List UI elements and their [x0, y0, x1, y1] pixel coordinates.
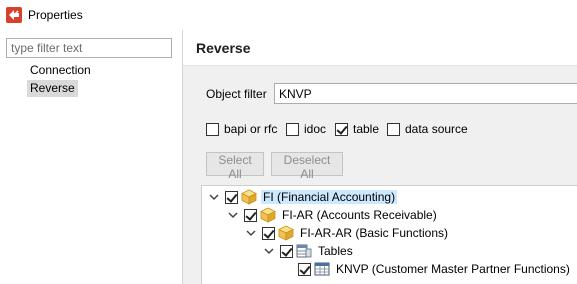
select-all-button[interactable]: Select All	[206, 152, 264, 181]
tree-node-fi-ar[interactable]: FI-AR (Accounts Receivable)	[227, 206, 439, 224]
nav-item-reverse[interactable]: Reverse	[27, 80, 78, 97]
tree-node-label: Tables	[318, 244, 353, 258]
tree-node-label: FI-AR (Accounts Receivable)	[282, 208, 437, 222]
checkbox-box[interactable]	[335, 122, 348, 136]
tree-node-knvp[interactable]: KNVP (Customer Master Partner Functions)	[298, 260, 572, 278]
tree-node-label: KNVP (Customer Master Partner Functions)	[336, 262, 570, 276]
tree-node-label: FI (Financial Accounting)	[261, 190, 398, 204]
tables-folder-icon	[296, 244, 312, 258]
window-title: Properties	[28, 8, 83, 22]
checkbox-label: table	[353, 122, 380, 136]
sap-object-tree[interactable]: FI (Financial Accounting) FI-AR (Account…	[201, 185, 577, 284]
tree-node-checkbox[interactable]	[298, 262, 311, 276]
tree-node-label: FI-AR-AR (Basic Functions)	[300, 226, 449, 240]
checkbox-box[interactable]	[387, 122, 400, 136]
package-icon	[260, 207, 276, 223]
checkbox-label: bapi or rfc	[224, 122, 278, 136]
table-icon	[314, 262, 330, 276]
object-filter-input[interactable]	[274, 83, 577, 104]
chevron-down-icon[interactable]	[208, 191, 220, 203]
app-logo-icon	[6, 7, 22, 23]
deselect-all-button[interactable]: Deselect All	[271, 152, 343, 181]
checkbox-label: idoc	[304, 122, 327, 136]
checkbox-label: data source	[405, 122, 468, 136]
idoc-checkbox[interactable]: idoc	[286, 121, 326, 137]
tree-node-fi[interactable]: FI (Financial Accounting)	[208, 188, 398, 206]
filter-input[interactable]	[6, 38, 172, 58]
bapi-or-rfc-checkbox[interactable]: bapi or rfc	[206, 121, 277, 137]
tree-node-tables[interactable]: Tables	[263, 242, 355, 260]
tree-node-fi-ar-ar[interactable]: FI-AR-AR (Basic Functions)	[245, 224, 450, 242]
package-icon	[241, 189, 257, 205]
tree-node-checkbox[interactable]	[244, 208, 257, 222]
page-title: Reverse	[196, 40, 251, 56]
tree-node-checkbox[interactable]	[280, 244, 293, 258]
chevron-down-icon[interactable]	[227, 209, 239, 221]
title-bar: Properties	[0, 0, 577, 30]
checkbox-box[interactable]	[286, 122, 299, 136]
reverse-page: Reverse Object filter bapi or rfc idoc t…	[183, 30, 577, 284]
chevron-down-icon[interactable]	[263, 245, 275, 257]
package-icon	[278, 225, 294, 241]
tree-node-checkbox[interactable]	[225, 190, 238, 204]
property-nav-pane: Connection Reverse	[0, 30, 182, 284]
object-filter-label: Object filter	[206, 87, 267, 101]
nav-item-connection[interactable]: Connection	[27, 62, 94, 79]
chevron-down-icon[interactable]	[245, 227, 257, 239]
data-source-checkbox[interactable]: data source	[387, 121, 468, 137]
tree-node-checkbox[interactable]	[262, 226, 275, 240]
table-checkbox[interactable]: table	[335, 121, 379, 137]
page-header: Reverse	[183, 30, 577, 66]
checkbox-box[interactable]	[206, 122, 219, 136]
